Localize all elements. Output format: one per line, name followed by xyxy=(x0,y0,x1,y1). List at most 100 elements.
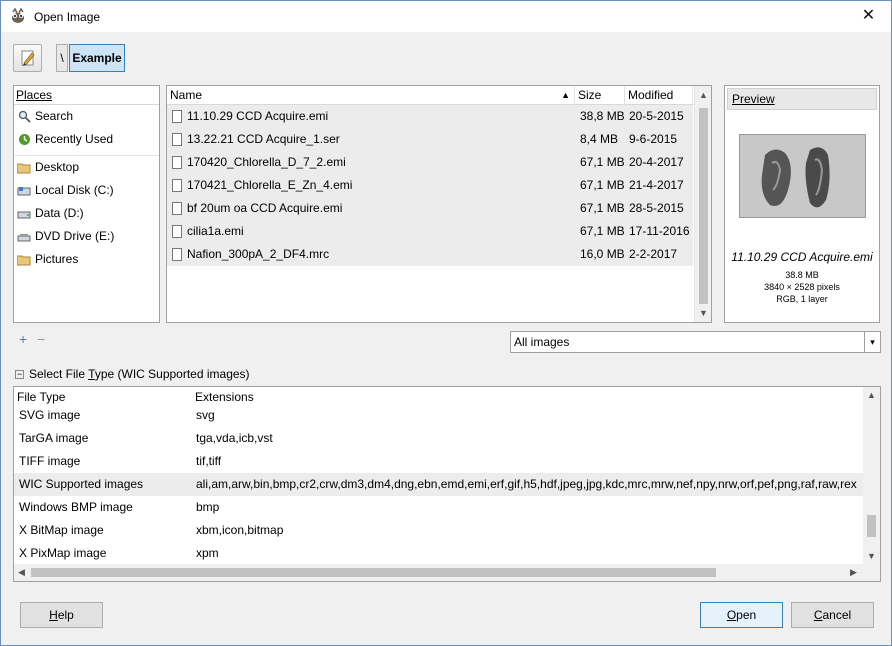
file-name: bf 20um oa CCD Acquire.emi xyxy=(187,201,343,215)
file-type-label-accel: T xyxy=(88,367,95,381)
close-icon[interactable]: ✕ xyxy=(846,1,891,32)
scroll-left-icon[interactable]: ◀ xyxy=(18,567,25,578)
file-type-name: Windows BMP image xyxy=(19,500,133,514)
file-type-row[interactable]: Windows BMP image bmp xyxy=(14,496,864,519)
preview-size: 38.8 MB xyxy=(785,270,819,280)
places-buttons: + − xyxy=(19,331,51,347)
file-type-row[interactable]: X PixMap image xpm xyxy=(14,542,864,565)
file-type-row[interactable]: TIFF image tif,tiff xyxy=(14,450,864,473)
scrollbar-thumb[interactable] xyxy=(699,108,708,304)
file-modified: 20-5-2015 xyxy=(629,109,684,123)
preview-panel: Preview 11.10.29 CCD Acquire.emi 38.8 MB… xyxy=(724,85,880,323)
file-type-name: TarGA image xyxy=(19,431,89,445)
cancel-button[interactable]: Cancel xyxy=(791,602,874,628)
pencil-icon xyxy=(21,50,35,66)
file-row[interactable]: Nafion_300pA_2_DF4.mrc 16,0 MB 2-2-2017 xyxy=(167,243,693,266)
places-item-local-disk[interactable]: Local Disk (C:) xyxy=(14,179,159,202)
collapse-icon: − xyxy=(15,369,24,380)
file-type-extensions: xpm xyxy=(196,546,219,560)
places-header-label: Places xyxy=(16,88,53,102)
scrollbar-thumb[interactable] xyxy=(867,515,876,537)
file-row[interactable]: bf 20um oa CCD Acquire.emi 67,1 MB 28-5-… xyxy=(167,197,693,220)
places-item-search[interactable]: Search xyxy=(14,105,159,128)
open-button[interactable]: Open xyxy=(700,602,783,628)
file-modified: 17-11-2016 xyxy=(629,224,690,238)
preview-title[interactable]: Preview xyxy=(727,88,877,110)
file-size: 67,1 MB xyxy=(580,201,625,215)
document-icon xyxy=(172,197,182,220)
file-type-vscrollbar[interactable]: ▲ ▼ xyxy=(863,387,880,565)
chevron-down-icon[interactable]: ▾ xyxy=(864,332,880,352)
path-current-button[interactable]: Example xyxy=(69,44,125,72)
document-icon xyxy=(172,174,182,197)
scrollbar-thumb[interactable] xyxy=(31,568,716,577)
dvd-icon xyxy=(17,230,31,244)
places-item-label: Recently Used xyxy=(35,132,114,146)
document-icon xyxy=(172,105,182,128)
file-type-expander[interactable]: − Select File Type (WIC Supported images) xyxy=(15,367,250,381)
places-item-data-drive[interactable]: Data (D:) xyxy=(14,202,159,225)
scroll-down-icon[interactable]: ▼ xyxy=(699,308,708,318)
places-item-dvd-drive[interactable]: DVD Drive (E:) xyxy=(14,225,159,248)
recent-icon xyxy=(17,133,31,147)
scroll-right-icon[interactable]: ▶ xyxy=(850,567,857,578)
preview-filename: 11.10.29 CCD Acquire.emi xyxy=(731,250,873,264)
file-type-label-suffix: ype (WIC Supported images) xyxy=(94,367,250,381)
file-type-extensions: bmp xyxy=(196,500,220,514)
file-row[interactable]: 11.10.29 CCD Acquire.emi 38,8 MB 20-5-20… xyxy=(167,105,693,128)
file-modified: 20-4-2017 xyxy=(629,155,684,169)
column-name[interactable]: Name ▲ xyxy=(167,86,575,105)
scroll-up-icon[interactable]: ▲ xyxy=(699,90,708,100)
places-item-label: Local Disk (C:) xyxy=(35,183,114,197)
file-size: 38,8 MB xyxy=(580,109,625,123)
file-list-header: Name ▲ Size Modified xyxy=(167,86,711,105)
file-row[interactable]: 170421_Chlorella_E_Zn_4.emi 67,1 MB 21-4… xyxy=(167,174,693,197)
file-type-name: WIC Supported images xyxy=(19,477,144,491)
file-size: 67,1 MB xyxy=(580,155,625,169)
file-rows: 11.10.29 CCD Acquire.emi 38,8 MB 20-5-20… xyxy=(167,105,693,266)
column-size[interactable]: Size xyxy=(575,86,625,105)
document-icon xyxy=(172,128,182,151)
file-type-row[interactable]: X BitMap image xbm,icon,bitmap xyxy=(14,519,864,542)
file-size: 16,0 MB xyxy=(580,247,625,261)
type-location-button[interactable] xyxy=(13,44,42,72)
column-modified[interactable]: Modified xyxy=(625,86,693,105)
file-type-extensions: svg xyxy=(196,408,215,422)
add-bookmark-icon[interactable]: + xyxy=(19,331,27,347)
remove-bookmark-icon[interactable]: − xyxy=(37,331,45,347)
file-type-row[interactable]: TarGA image tga,vda,icb,vst xyxy=(14,427,864,450)
help-label: elp xyxy=(57,608,74,622)
folder-icon xyxy=(17,161,31,175)
file-type-extensions: tif,tiff xyxy=(196,454,222,468)
places-item-label: Search xyxy=(35,109,74,123)
places-item-label: Data (D:) xyxy=(35,206,84,220)
file-type-hscrollbar[interactable]: ◀ ▶ xyxy=(14,564,880,581)
file-type-row[interactable]: SVG image svg xyxy=(14,404,864,427)
file-row[interactable]: 13.22.21 CCD Acquire_1.ser 8,4 MB 9-6-20… xyxy=(167,128,693,151)
open-image-dialog: Open Image ✕ \ Example Places Search Rec… xyxy=(0,0,892,646)
file-row[interactable]: 170420_Chlorella_D_7_2.emi 67,1 MB 20-4-… xyxy=(167,151,693,174)
help-button[interactable]: Help xyxy=(20,602,103,628)
file-list: Name ▲ Size Modified 11.10.29 CCD Acquir… xyxy=(166,85,712,323)
gimp-icon xyxy=(12,8,24,23)
file-modified: 28-5-2015 xyxy=(629,201,684,215)
path-root-button[interactable]: \ xyxy=(56,44,68,72)
search-icon xyxy=(17,110,31,124)
scroll-down-icon[interactable]: ▼ xyxy=(867,551,876,561)
places-item-pictures[interactable]: Pictures xyxy=(14,248,159,271)
places-item-label: Pictures xyxy=(35,252,79,266)
drive-icon xyxy=(17,184,31,198)
file-name: 13.22.21 CCD Acquire_1.ser xyxy=(187,132,340,146)
file-filter-select[interactable]: All images ▾ xyxy=(510,331,881,353)
places-header[interactable]: Places xyxy=(14,86,159,105)
file-type-row-selected[interactable]: WIC Supported images ali,am,arw,bin,bmp,… xyxy=(14,473,864,496)
file-type-extensions: tga,vda,icb,vst xyxy=(196,431,273,445)
scroll-up-icon[interactable]: ▲ xyxy=(867,390,876,400)
file-row[interactable]: cilia1a.emi 67,1 MB 17-11-2016 xyxy=(167,220,693,243)
places-item-desktop[interactable]: Desktop xyxy=(14,156,159,179)
places-panel: Places Search Recently Used Desktop Loca… xyxy=(13,85,160,323)
file-name: Nafion_300pA_2_DF4.mrc xyxy=(187,247,330,261)
places-item-recently-used[interactable]: Recently Used xyxy=(14,128,159,151)
file-list-scrollbar[interactable]: ▲ ▼ xyxy=(694,86,711,322)
column-name-label: Name xyxy=(170,88,203,102)
